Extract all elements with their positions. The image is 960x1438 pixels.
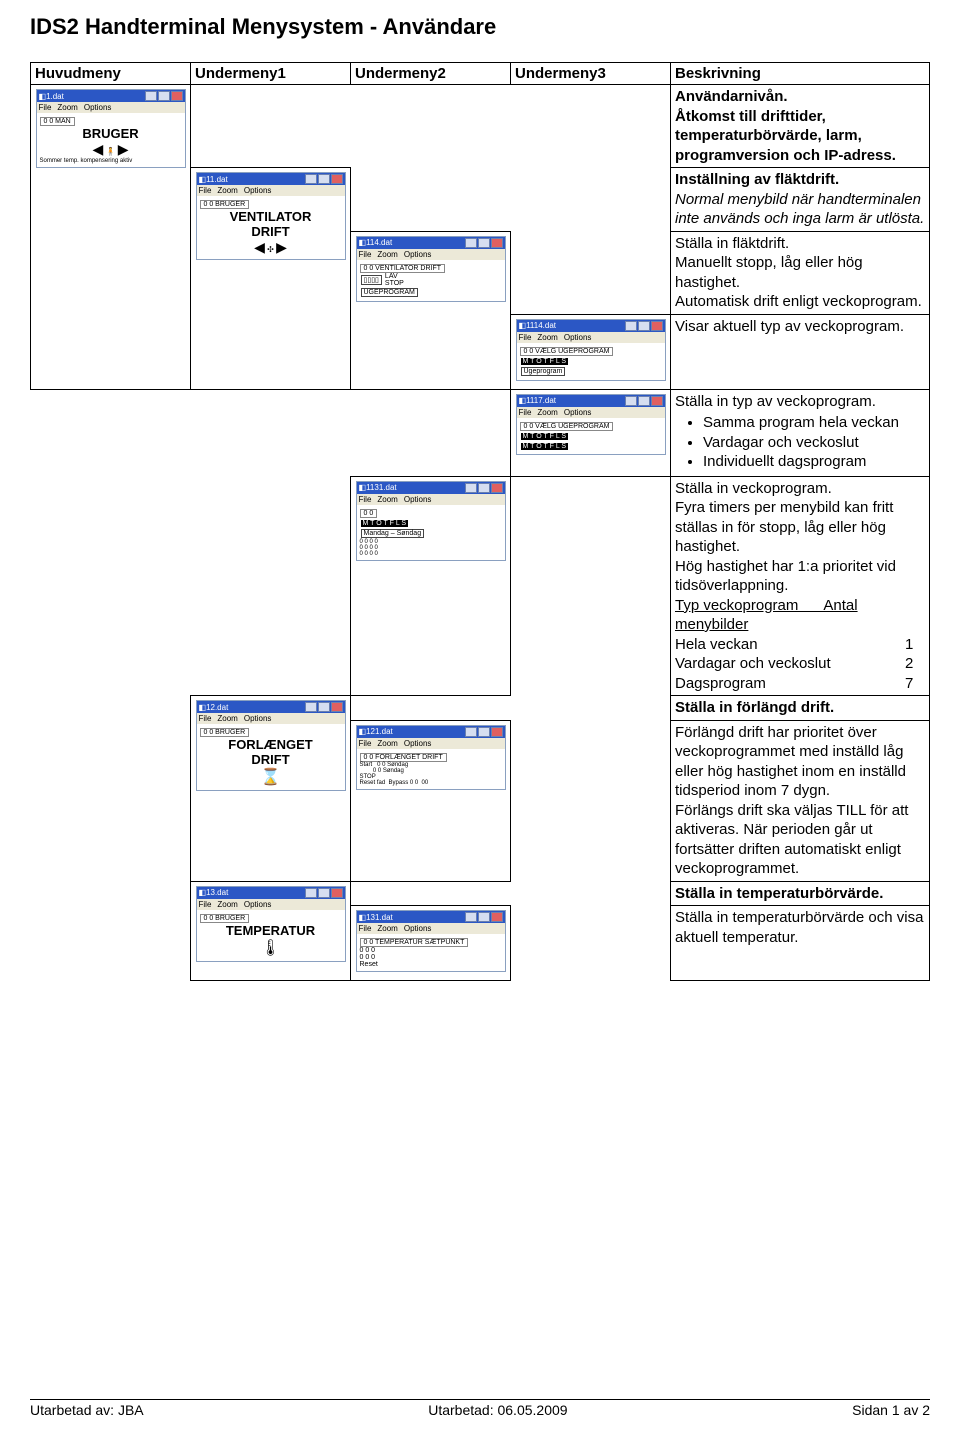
close-icon bbox=[171, 91, 183, 101]
cell-sub1: ◧12.dat FileZoomOptions 0 0 BRUGER FORLÆ… bbox=[191, 696, 351, 882]
close-icon bbox=[491, 912, 503, 922]
thumb-temperatur: ◧13.dat FileZoomOptions 0 0 BRUGER TEMPE… bbox=[196, 886, 346, 962]
cell-sub2: ◧121.dat FileZoomOptions 0 0 FORLÆNGET D… bbox=[351, 720, 511, 881]
table-row: ◧12.dat FileZoomOptions 0 0 BRUGER FORLÆ… bbox=[31, 696, 930, 721]
thumb-ugeprogram: ◧1114.dat FileZoomOptions 0 0 VÆLG UGEPR… bbox=[516, 319, 666, 381]
close-icon bbox=[651, 396, 663, 406]
table-row: ◧1.dat FileZoomOptions 0 0 MAN BRUGER ◀ … bbox=[31, 85, 930, 168]
close-icon bbox=[331, 702, 343, 712]
close-icon bbox=[491, 727, 503, 737]
close-icon bbox=[491, 483, 503, 493]
thumb-valj-uge: ◧1117.dat FileZoomOptions 0 0 VÆLG UGEPR… bbox=[516, 394, 666, 455]
thumb-131: ◧131.dat FileZoomOptions 0 0 TEMPERATUR … bbox=[356, 910, 506, 972]
cell-sub2: ◧114.dat FileZoomOptions 0 0 VENTILATOR … bbox=[351, 231, 511, 389]
arrow-right-icon: ▶ bbox=[118, 141, 129, 158]
thermometer-icon bbox=[200, 938, 342, 958]
arrow-left-icon: ◀ bbox=[254, 239, 265, 256]
thumb-ventilatordrift: ◧114.dat FileZoomOptions 0 0 VENTILATOR … bbox=[356, 236, 506, 302]
thumb-forlaenget: ◧12.dat FileZoomOptions 0 0 BRUGER FORLÆ… bbox=[196, 700, 346, 791]
hourglass-icon bbox=[200, 767, 342, 787]
desc-stalla-typ: Ställa in typ av veckoprogram. Samma pro… bbox=[671, 389, 930, 476]
desc-forlangd: Ställa in förlängd drift. bbox=[671, 696, 930, 721]
desc-anvandarniva: Användarnivån.Åtkomst till drifttider, t… bbox=[671, 85, 930, 168]
thumb-1131: ◧1131.dat FileZoomOptions 0 0 M T O T F … bbox=[356, 481, 506, 561]
close-icon bbox=[331, 888, 343, 898]
cell-sub1: ◧11.dat FileZoomOptions 0 0 BRUGER VENTI… bbox=[191, 168, 351, 390]
close-icon bbox=[491, 238, 503, 248]
col-undermeny3: Undermeny3 bbox=[511, 63, 671, 85]
table-header: Huvudmeny Undermeny1 Undermeny2 Undermen… bbox=[31, 63, 930, 85]
footer: Utarbetad av: JBA Utarbetad: 06.05.2009 … bbox=[30, 1399, 930, 1418]
col-beskrivning: Beskrivning bbox=[671, 63, 930, 85]
arrow-left-icon: ◀ bbox=[93, 141, 104, 158]
menu-table: Huvudmeny Undermeny1 Undermeny2 Undermen… bbox=[30, 62, 930, 981]
thumb-121: ◧121.dat FileZoomOptions 0 0 FORLÆNGET D… bbox=[356, 725, 506, 790]
desc-stalla-vecko: Ställa in veckoprogram.Fyra timers per m… bbox=[671, 476, 930, 696]
footer-left: Utarbetad av: JBA bbox=[30, 1402, 144, 1418]
cell-sub2: ◧131.dat FileZoomOptions 0 0 TEMPERATUR … bbox=[351, 906, 511, 981]
desc-visar-vecko: Visar aktuell typ av veckoprogram. bbox=[671, 314, 930, 389]
close-icon bbox=[651, 321, 663, 331]
cell-sub2: ◧1131.dat FileZoomOptions 0 0 M T O T F … bbox=[351, 476, 511, 696]
desc-temp-2: Ställa in temperaturbörvärde och visa ak… bbox=[671, 906, 930, 981]
thumb-ventilator: ◧11.dat FileZoomOptions 0 0 BRUGER VENTI… bbox=[196, 172, 346, 260]
page: IDS2 Handterminal Menysystem - Användare… bbox=[0, 0, 960, 1438]
cell-main: ◧1.dat FileZoomOptions 0 0 MAN BRUGER ◀ … bbox=[31, 85, 191, 390]
desc-flaktdrift: Inställning av fläktdrift.Normal menybil… bbox=[671, 168, 930, 232]
footer-mid: Utarbetad: 06.05.2009 bbox=[428, 1402, 567, 1418]
window-icon: ◧ bbox=[199, 175, 207, 184]
cell-sub1: ◧13.dat FileZoomOptions 0 0 BRUGER TEMPE… bbox=[191, 881, 351, 981]
desc-forlangd-2: Förlängd drift har prioritet över veckop… bbox=[671, 720, 930, 881]
col-undermeny2: Undermeny2 bbox=[351, 63, 511, 85]
col-undermeny1: Undermeny1 bbox=[191, 63, 351, 85]
page-title: IDS2 Handterminal Menysystem - Användare bbox=[30, 14, 930, 40]
footer-right: Sidan 1 av 2 bbox=[852, 1402, 930, 1418]
close-icon bbox=[331, 174, 343, 184]
arrow-right-icon: ▶ bbox=[276, 239, 287, 256]
thumb-bruger: ◧1.dat FileZoomOptions 0 0 MAN BRUGER ◀ … bbox=[36, 89, 186, 168]
col-huvudmeny: Huvudmeny bbox=[31, 63, 191, 85]
min-icon bbox=[145, 91, 157, 101]
window-icon: ◧ bbox=[39, 92, 47, 101]
max-icon bbox=[158, 91, 170, 101]
desc-stall-flakt: Ställa in fläktdrift.Manuellt stopp, låg… bbox=[671, 231, 930, 314]
table-row: ◧13.dat FileZoomOptions 0 0 BRUGER TEMPE… bbox=[31, 881, 930, 906]
desc-temp: Ställa in temperaturbörvärde. bbox=[671, 881, 930, 906]
cell-sub3: ◧1114.dat FileZoomOptions 0 0 VÆLG UGEPR… bbox=[511, 314, 671, 389]
table-row: ◧1117.dat FileZoomOptions 0 0 VÆLG UGEPR… bbox=[31, 389, 930, 476]
cell-sub3: ◧1117.dat FileZoomOptions 0 0 VÆLG UGEPR… bbox=[511, 389, 671, 476]
